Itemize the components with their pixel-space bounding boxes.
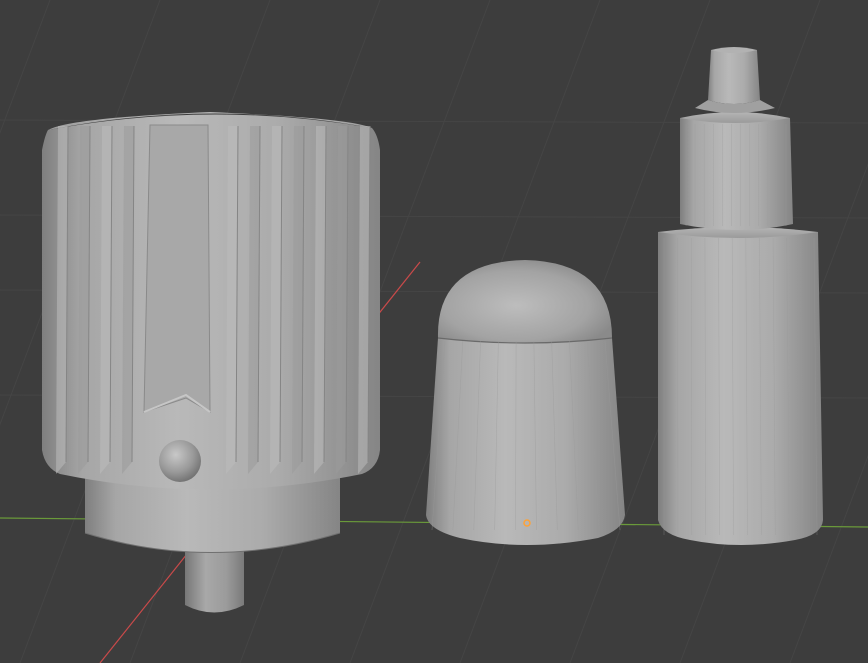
- bottle-middle: [680, 118, 793, 230]
- bottle-neck: [708, 50, 760, 104]
- stepped-bottle-object[interactable]: [658, 47, 823, 545]
- cap-body: [426, 338, 625, 545]
- cap-dome: [437, 260, 612, 343]
- viewport-scene[interactable]: [0, 0, 868, 663]
- chuck-ball: [159, 440, 201, 482]
- chuck-body: [42, 114, 380, 490]
- dome-cap-object[interactable]: [426, 260, 625, 545]
- chuck-shaft: [185, 545, 244, 613]
- bottle-lower: [658, 232, 823, 545]
- chuck-key-slot: [143, 124, 211, 413]
- drill-chuck-object[interactable]: [42, 112, 380, 613]
- 3d-viewport[interactable]: [0, 0, 868, 663]
